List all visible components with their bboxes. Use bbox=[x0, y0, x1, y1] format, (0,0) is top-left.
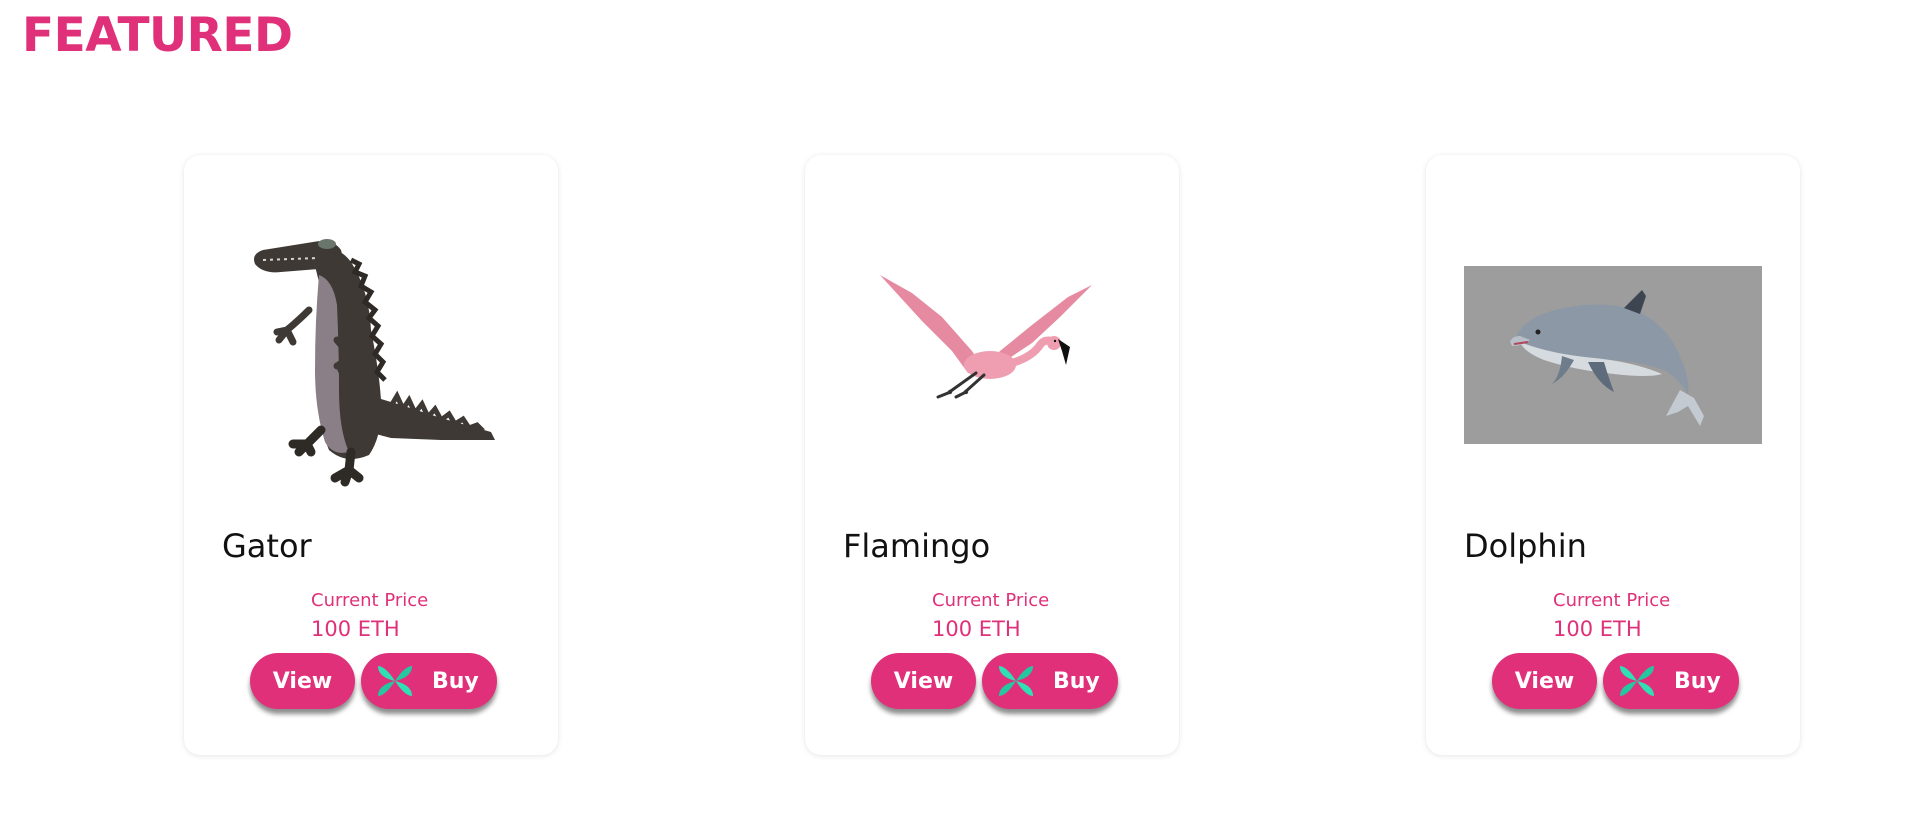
nft-card-flamingo: Flamingo Current Price 100 ETH View Buy bbox=[805, 155, 1179, 755]
view-button[interactable]: View bbox=[1492, 653, 1597, 709]
section-title: FEATURED bbox=[22, 8, 293, 63]
current-price-label: Current Price bbox=[1553, 590, 1671, 611]
nft-card-gator: Gator Current Price 100 ETH View Buy bbox=[184, 155, 558, 755]
view-button[interactable]: View bbox=[250, 653, 355, 709]
view-button-label: View bbox=[1514, 668, 1575, 694]
flamingo-image bbox=[843, 195, 1141, 515]
four-petal-flower-icon bbox=[376, 662, 414, 700]
buy-button[interactable]: Buy bbox=[361, 653, 497, 709]
buy-button[interactable]: Buy bbox=[1603, 653, 1739, 709]
four-petal-flower-icon bbox=[997, 662, 1035, 700]
current-price-label: Current Price bbox=[311, 590, 429, 611]
featured-page: FEATURED Gator Current Price 100 ETH Vie… bbox=[0, 0, 1906, 836]
card-title: Dolphin bbox=[1464, 527, 1587, 565]
buy-button-label: Buy bbox=[1053, 668, 1100, 694]
buy-button-label: Buy bbox=[1674, 668, 1721, 694]
gator-image bbox=[222, 195, 520, 515]
view-button-label: View bbox=[893, 668, 954, 694]
card-title: Gator bbox=[222, 527, 312, 565]
current-price-value: 100 ETH bbox=[1553, 617, 1642, 641]
view-button[interactable]: View bbox=[871, 653, 976, 709]
nft-card-dolphin: Dolphin Current Price 100 ETH View Buy bbox=[1426, 155, 1800, 755]
card-title: Flamingo bbox=[843, 527, 991, 565]
current-price-label: Current Price bbox=[932, 590, 1050, 611]
buy-button[interactable]: Buy bbox=[982, 653, 1118, 709]
current-price-value: 100 ETH bbox=[311, 617, 400, 641]
dolphin-image bbox=[1464, 195, 1762, 515]
four-petal-flower-icon bbox=[1618, 662, 1656, 700]
buy-button-label: Buy bbox=[432, 668, 479, 694]
current-price-value: 100 ETH bbox=[932, 617, 1021, 641]
view-button-label: View bbox=[272, 668, 333, 694]
